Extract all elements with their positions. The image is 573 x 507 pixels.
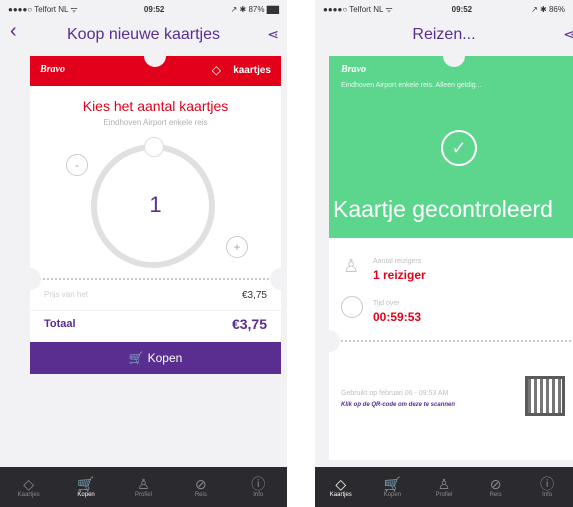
compass-icon: ⊘ xyxy=(194,476,207,492)
time-left-value: 00:59:53 xyxy=(373,310,422,324)
battery-indicator: ↗ ✱ 87% ▇▇ xyxy=(230,4,279,14)
page-title: Reizen... xyxy=(412,26,476,43)
travelers-label: Aantal reizigers xyxy=(373,258,422,265)
tab-info[interactable]: ⓘ Info xyxy=(238,476,278,498)
time-left-label: Tijd over xyxy=(373,300,400,307)
decrease-button[interactable]: - xyxy=(66,154,88,176)
tab-reis[interactable]: ⊘ Reis xyxy=(181,476,221,498)
travelers-value: 1 reiziger xyxy=(373,268,426,282)
divider xyxy=(34,278,277,280)
nav-bar: ‹ Koop nieuwe kaartjes ⋖ xyxy=(0,18,287,52)
tab-info[interactable]: ⓘ Info xyxy=(527,476,567,498)
divider xyxy=(333,340,573,342)
tab-kopen[interactable]: 🛒 Kopen xyxy=(66,476,106,498)
tab-kopen[interactable]: 🛒 Kopen xyxy=(372,476,412,498)
back-button[interactable]: ‹ xyxy=(10,20,17,43)
total-value: €3,75 xyxy=(231,316,267,332)
tab-label: Kaartjes xyxy=(17,492,40,498)
ticket-icon: ◇ xyxy=(23,476,35,492)
trips-screen: ●●●●○ Telfort NL ᯤ 09:52 ↗ ✱ 86% Reizen.… xyxy=(315,0,573,507)
tab-profiel[interactable]: ♙ Profiel xyxy=(424,476,464,498)
left-notch xyxy=(19,268,41,290)
ticket-description: Eindhoven Airport enkele reis. Alleen ge… xyxy=(341,82,482,89)
tickets-label: kaartjes xyxy=(233,65,271,76)
info-icon: ⓘ xyxy=(540,476,555,492)
tab-label: Profiel xyxy=(435,492,453,498)
status-bar: ●●●●○ Telfort NL ᯤ 09:52 ↗ ✱ 87% ▇▇ xyxy=(0,0,287,18)
qr-code[interactable] xyxy=(525,376,565,416)
tab-label: Kopen xyxy=(383,492,402,498)
ticket-icon: ◇ xyxy=(211,63,221,77)
share-icon[interactable]: ⋖ xyxy=(563,26,573,43)
tab-kaartjes[interactable]: ◇ Kaartjes xyxy=(9,476,49,498)
used-on-label: Gebruikt op februari 06 - 09:53 AM xyxy=(341,390,449,397)
tab-reis[interactable]: ⊘ Reis xyxy=(476,476,516,498)
ticket-count: 1 xyxy=(149,192,162,217)
brand-logo: Bravo xyxy=(40,64,65,75)
ticket-icon: ◇ xyxy=(335,476,347,492)
validated-status: Kaartje gecontroleerd xyxy=(333,196,553,222)
person-icon: ♙ xyxy=(137,476,150,492)
compass-icon: ⊘ xyxy=(489,476,502,492)
tab-profiel[interactable]: ♙ Profiel xyxy=(123,476,163,498)
scan-hint: Klik op de QR-code om deze te scannen xyxy=(341,402,456,408)
tab-label: Kopen xyxy=(77,492,95,498)
page-title: Koop nieuwe kaartjes xyxy=(67,26,220,43)
buy-tickets-screen: ●●●●○ Telfort NL ᯤ 09:52 ↗ ✱ 87% ▇▇ ‹ Ko… xyxy=(0,0,287,507)
total-label: Totaal xyxy=(44,318,76,330)
carrier-label: ●●●●○ Telfort NL ᯤ xyxy=(8,4,78,14)
ticket-card: Bravo Eindhoven Airport enkele reis. All… xyxy=(318,45,573,460)
status-bar: ●●●●○ Telfort NL ᯤ 09:52 ↗ ✱ 86% xyxy=(315,0,573,18)
check-icon: ✓ xyxy=(441,130,477,166)
info-icon: ⓘ xyxy=(251,476,266,492)
cart-icon: 🛒 xyxy=(128,351,144,365)
carrier-label: ●●●●○ Telfort NL ᯤ xyxy=(323,4,393,14)
validated-panel: Bravo Eindhoven Airport enkele reis. All… xyxy=(329,56,573,238)
divider-line xyxy=(30,310,281,311)
tab-label: Info xyxy=(542,492,553,498)
tab-label: Reis xyxy=(489,492,502,498)
person-icon: ♙ xyxy=(437,476,451,492)
nav-bar: Reizen... ⋖ xyxy=(315,18,573,52)
tab-label: Info xyxy=(253,492,264,498)
subheading: Eindhoven Airport enkele reis xyxy=(103,118,208,127)
price-label: Prijs van het xyxy=(44,290,89,299)
timer-icon xyxy=(341,296,363,318)
buy-button[interactable]: 🛒 Kopen xyxy=(30,342,281,374)
left-notch xyxy=(318,330,340,352)
price-value: €3,75 xyxy=(241,290,267,301)
tab-label: Profiel xyxy=(134,492,152,498)
tab-bar: ◇ Kaartjes 🛒 Kopen ♙ Profiel ⊘ Reis ⓘ Info xyxy=(315,467,573,507)
card-notch xyxy=(144,45,166,67)
card-notch xyxy=(443,45,465,67)
clock: 09:52 xyxy=(451,4,473,14)
heading: Kies het aantal kaartjes xyxy=(82,98,229,114)
tab-kaartjes[interactable]: ◇ Kaartjes xyxy=(321,476,361,498)
tab-bar: ◇ Kaartjes 🛒 Kopen ♙ Profiel ⊘ Reis ⓘ Info xyxy=(0,467,287,507)
cart-icon: 🛒 xyxy=(383,476,402,492)
clock: 09:52 xyxy=(143,4,165,14)
increase-button[interactable]: + xyxy=(226,236,248,258)
brand-logo: Bravo xyxy=(341,64,366,75)
buy-label: Kopen xyxy=(147,351,183,365)
person-icon: ♙ xyxy=(343,256,360,276)
ticket-card: Bravo ◇ kaartjes Kies het aantal kaartje… xyxy=(19,45,287,374)
tab-label: Kaartjes xyxy=(329,492,352,498)
dial-handle[interactable] xyxy=(144,137,164,157)
tab-label: Reis xyxy=(194,492,207,498)
cart-icon: 🛒 xyxy=(77,476,95,492)
right-notch xyxy=(270,268,287,290)
share-icon[interactable]: ⋖ xyxy=(267,26,279,43)
battery-indicator: ↗ ✱ 86% xyxy=(531,4,565,14)
